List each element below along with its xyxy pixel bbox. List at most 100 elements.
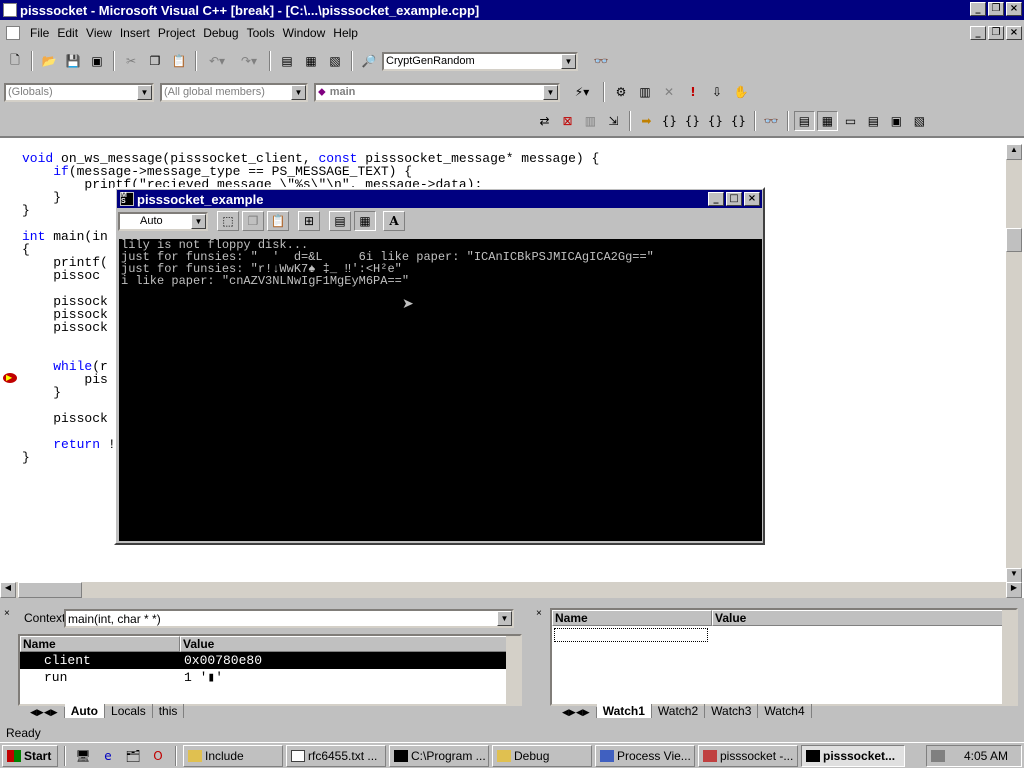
pane-close-icon[interactable]: × <box>536 608 542 619</box>
grid-scrollbar[interactable] <box>506 636 520 704</box>
chevron-down-icon[interactable]: ▼ <box>291 84 306 100</box>
binoculars-icon[interactable]: 👓 <box>590 51 612 71</box>
function-combo[interactable]: ⬥ main ▼ <box>314 82 560 102</box>
chevron-down-icon[interactable]: ▼ <box>191 213 206 229</box>
app-title-bar[interactable]: pisssocket - Microsoft Visual C++ [break… <box>0 0 1024 20</box>
properties-icon[interactable]: ▤ <box>329 211 351 231</box>
column-header-value[interactable]: Value <box>180 636 520 652</box>
cut-icon[interactable]: ✂ <box>120 51 142 71</box>
chevron-down-icon[interactable]: ▼ <box>561 53 576 69</box>
fullscreen-icon[interactable]: ⊞ <box>298 211 320 231</box>
registers-window-icon[interactable]: ▭ <box>840 111 861 131</box>
ie-icon[interactable]: e <box>97 746 119 766</box>
doc-restore-button[interactable]: ❐ <box>988 26 1004 40</box>
scroll-thumb[interactable] <box>18 582 82 598</box>
execute-icon[interactable]: ! <box>682 82 704 102</box>
tab-this[interactable]: this <box>153 704 185 718</box>
task-process-viewer[interactable]: Process Vie... <box>595 744 695 767</box>
menu-view[interactable]: View <box>82 26 116 40</box>
step-over-icon[interactable]: {} <box>682 111 703 131</box>
copy-icon[interactable]: ❐ <box>144 51 166 71</box>
chevron-down-icon[interactable]: ▼ <box>497 611 512 626</box>
menu-project[interactable]: Project <box>154 26 199 40</box>
task-include[interactable]: Include <box>183 744 283 767</box>
pane-close-icon[interactable]: × <box>4 608 10 619</box>
menu-help[interactable]: Help <box>329 26 362 40</box>
build-icon[interactable]: ▥ <box>634 82 656 102</box>
step-into-icon[interactable]: {} <box>659 111 680 131</box>
tab-scroll-icon[interactable]: ◀▶◀▶ <box>556 707 597 718</box>
console-title-bar[interactable]: MS pisssocket_example _ □ × <box>117 190 762 208</box>
paste-icon[interactable]: 📋 <box>267 211 289 231</box>
restart-icon[interactable]: ⇄ <box>534 111 555 131</box>
network-icon[interactable] <box>931 749 945 762</box>
minimize-button[interactable]: _ <box>970 2 986 16</box>
chevron-down-icon[interactable]: ▼ <box>543 84 558 100</box>
tab-watch3[interactable]: Watch3 <box>705 704 759 718</box>
editor-vertical-scrollbar[interactable]: ▲ ▼ <box>1006 144 1022 584</box>
go-icon[interactable]: ⇩ <box>706 82 728 102</box>
copy-icon[interactable]: ❐ <box>242 211 264 231</box>
grid-scrollbar[interactable] <box>1002 610 1016 704</box>
tab-scroll-icon[interactable]: ◀▶◀▶ <box>24 707 65 718</box>
column-header-value[interactable]: Value <box>712 610 1016 626</box>
memory-window-icon[interactable]: ▤ <box>863 111 884 131</box>
watch-grid[interactable]: Name Value <box>550 608 1018 706</box>
break-icon[interactable]: ▥ <box>580 111 601 131</box>
scroll-left-icon[interactable]: ◀ <box>0 582 16 598</box>
start-button[interactable]: Start <box>2 744 58 767</box>
console-output[interactable]: lily is not floppy disk... just for funsi… <box>119 239 762 541</box>
watch-window-icon[interactable]: ▤ <box>793 111 815 131</box>
menu-window[interactable]: Window <box>279 26 330 40</box>
clock[interactable]: 4:05 AM <box>964 749 1008 763</box>
task-debug[interactable]: Debug <box>492 744 592 767</box>
menu-file[interactable]: File <box>26 26 53 40</box>
task-pisssocket-ide[interactable]: pisssocket -... <box>698 744 798 767</box>
wizard-action-icon[interactable]: ⚡▾ <box>566 82 598 102</box>
tab-watch2[interactable]: Watch2 <box>652 704 706 718</box>
variables-grid[interactable]: Name Value client 0x00780e80 run 1 '▮' <box>18 634 522 706</box>
redo-icon[interactable]: ↷▾ <box>234 51 264 71</box>
quickwatch-icon[interactable]: 👓 <box>761 111 782 131</box>
maximize-button[interactable]: □ <box>726 192 742 206</box>
scroll-up-icon[interactable]: ▲ <box>1006 144 1022 160</box>
watch-new-entry[interactable] <box>554 628 708 642</box>
context-combo[interactable]: main(int, char * *) ▼ <box>64 609 514 628</box>
scroll-thumb[interactable] <box>1006 228 1022 252</box>
undo-icon[interactable]: ↶▾ <box>202 51 232 71</box>
stop-debugging-icon[interactable]: ⊠ <box>557 111 578 131</box>
tab-watch1[interactable]: Watch1 <box>596 704 652 718</box>
font-size-combo[interactable]: Auto ▼ <box>118 211 208 231</box>
column-header-name[interactable]: Name <box>552 610 712 626</box>
scroll-right-icon[interactable]: ▶ <box>1006 582 1022 598</box>
new-file-icon[interactable]: 🗋 <box>4 51 26 71</box>
window-list-icon[interactable]: ▧ <box>324 51 346 71</box>
workspace-icon[interactable]: ▤ <box>276 51 298 71</box>
output-icon[interactable]: ▦ <box>300 51 322 71</box>
tab-auto[interactable]: Auto <box>64 704 106 718</box>
find-combo[interactable]: CryptGenRandom ▼ <box>382 51 578 71</box>
save-icon[interactable]: 💾 <box>62 51 84 71</box>
disassembly-icon[interactable]: ▧ <box>909 111 930 131</box>
tab-watch4[interactable]: Watch4 <box>758 704 812 718</box>
find-in-files-icon[interactable]: 🔎 <box>358 51 380 71</box>
menu-insert[interactable]: Insert <box>116 26 154 40</box>
table-row[interactable]: run 1 '▮' <box>20 669 520 686</box>
close-button[interactable]: × <box>744 192 760 206</box>
show-desktop-icon[interactable]: 🖥 <box>72 746 94 766</box>
members-combo[interactable]: (All global members) ▼ <box>160 82 308 102</box>
call-stack-icon[interactable]: ▣ <box>886 111 907 131</box>
menu-debug[interactable]: Debug <box>199 26 242 40</box>
explorer-icon[interactable]: 🗂 <box>122 746 144 766</box>
tab-locals[interactable]: Locals <box>105 704 153 718</box>
doc-minimize-button[interactable]: _ <box>970 26 986 40</box>
open-folder-icon[interactable]: 📂 <box>38 51 60 71</box>
font-icon[interactable]: A <box>383 211 405 231</box>
menu-tools[interactable]: Tools <box>243 26 279 40</box>
show-next-statement-icon[interactable]: ➡ <box>636 111 657 131</box>
class-combo[interactable]: (Globals) ▼ <box>4 82 154 102</box>
opera-icon[interactable]: O <box>147 746 169 766</box>
console-window[interactable]: MS pisssocket_example _ □ × Auto ▼ ⬚ ❐ 📋… <box>114 187 765 545</box>
stop-build-icon[interactable]: ✕ <box>658 82 680 102</box>
chevron-down-icon[interactable]: ▼ <box>137 84 152 100</box>
